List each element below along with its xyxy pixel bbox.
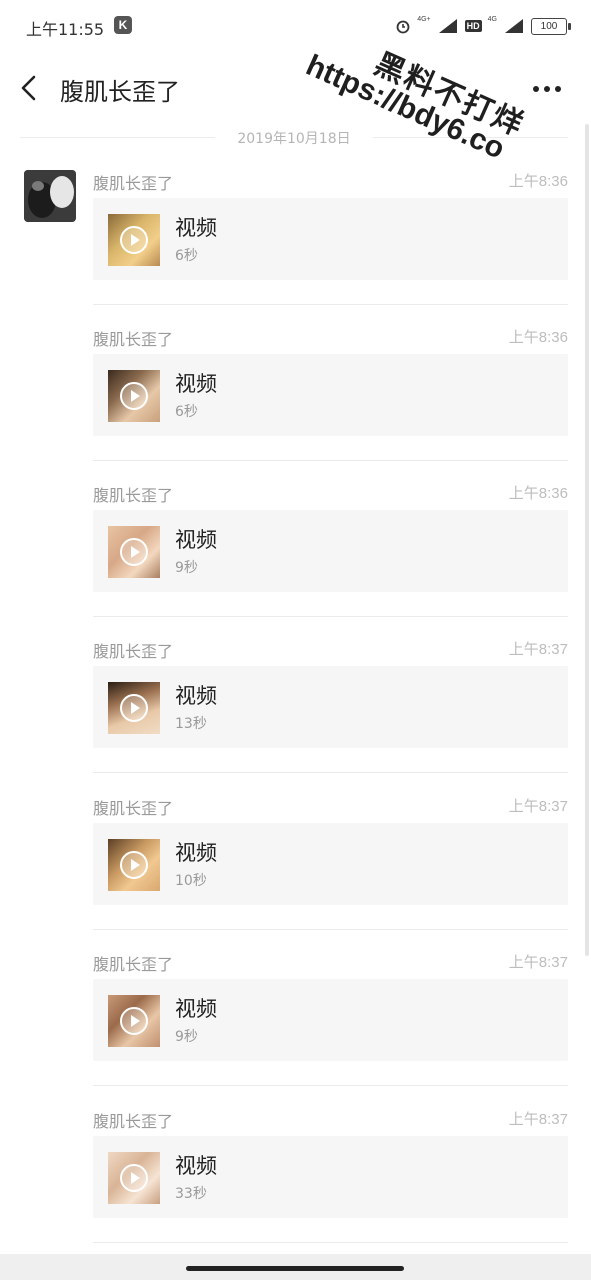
video-thumbnail xyxy=(108,682,160,734)
video-duration: 6秒 xyxy=(175,248,198,264)
scrollbar[interactable] xyxy=(585,124,589,956)
video-thumbnail xyxy=(108,370,160,422)
gesture-bar xyxy=(0,1254,591,1280)
play-icon xyxy=(120,694,148,722)
video-card[interactable]: 视频 9秒 xyxy=(93,979,568,1061)
status-icons: 4G+ HD 4G 100 xyxy=(395,14,571,38)
video-duration: 6秒 xyxy=(175,404,198,420)
network-tag: 4G+ xyxy=(417,16,431,23)
signal-icon xyxy=(438,19,457,33)
video-card[interactable]: 视频 6秒 xyxy=(93,354,568,436)
alarm-icon xyxy=(396,20,410,34)
video-thumbnail xyxy=(108,839,160,891)
battery-icon: 100 xyxy=(531,17,571,35)
sender-name: 腹肌长歪了 xyxy=(93,486,174,505)
home-indicator[interactable] xyxy=(186,1266,404,1271)
divider xyxy=(93,460,568,461)
signal-icon-2 xyxy=(505,19,523,33)
play-icon xyxy=(120,851,148,879)
network-tag-2: 4G xyxy=(487,16,497,23)
play-icon xyxy=(120,226,148,254)
video-thumbnail xyxy=(108,995,160,1047)
play-icon xyxy=(120,538,148,566)
sender-name: 腹肌长歪了 xyxy=(93,955,174,974)
video-title: 视频 xyxy=(175,1154,217,1178)
video-duration: 9秒 xyxy=(175,1029,198,1045)
app-notification-icon: K xyxy=(114,16,132,34)
message-item: 腹肌长歪了 上午8:36 视频 9秒 xyxy=(93,482,568,638)
video-card[interactable]: 视频 33秒 xyxy=(93,1136,568,1218)
video-title: 视频 xyxy=(175,372,217,396)
play-icon xyxy=(120,1007,148,1035)
divider xyxy=(93,616,568,617)
divider xyxy=(93,1085,568,1086)
more-icon[interactable] xyxy=(532,84,562,94)
status-time: 上午11:55 xyxy=(26,20,105,39)
video-title: 视频 xyxy=(175,997,217,1021)
sender-name: 腹肌长歪了 xyxy=(93,799,174,818)
video-title: 视频 xyxy=(175,528,217,552)
video-card[interactable]: 视频 13秒 xyxy=(93,666,568,748)
message-item: 腹肌长歪了 上午8:37 视频 13秒 xyxy=(93,638,568,794)
video-duration: 33秒 xyxy=(175,1186,207,1202)
video-duration: 10秒 xyxy=(175,873,207,889)
sender-name: 腹肌长歪了 xyxy=(93,174,174,193)
divider xyxy=(93,1242,568,1243)
video-duration: 9秒 xyxy=(175,560,198,576)
message-time: 上午8:36 xyxy=(508,329,568,346)
message-item: 腹肌长歪了 上午8:37 视频 9秒 xyxy=(93,951,568,1107)
status-bar: 上午11:55 K 4G+ HD 4G 100 xyxy=(0,0,591,52)
divider xyxy=(93,929,568,930)
message-time: 上午8:37 xyxy=(508,1111,568,1128)
sender-name: 腹肌长歪了 xyxy=(93,642,174,661)
message-time: 上午8:36 xyxy=(508,485,568,502)
avatar[interactable] xyxy=(24,170,76,222)
video-title: 视频 xyxy=(175,216,217,240)
video-thumbnail xyxy=(108,526,160,578)
message-time: 上午8:37 xyxy=(508,798,568,815)
play-icon xyxy=(120,1164,148,1192)
video-title: 视频 xyxy=(175,841,217,865)
page-title: 腹肌长歪了 xyxy=(60,78,180,106)
video-card[interactable]: 视频 9秒 xyxy=(93,510,568,592)
avatar-image xyxy=(24,170,76,222)
message-time: 上午8:37 xyxy=(508,954,568,971)
message-item: 腹肌长歪了 上午8:37 视频 10秒 xyxy=(93,795,568,951)
video-card[interactable]: 视频 10秒 xyxy=(93,823,568,905)
back-arrow-icon[interactable] xyxy=(18,74,42,102)
hd-icon: HD xyxy=(464,20,482,32)
message-time: 上午8:37 xyxy=(508,641,568,658)
video-title: 视频 xyxy=(175,684,217,708)
video-duration: 13秒 xyxy=(175,716,207,732)
play-icon xyxy=(120,382,148,410)
video-thumbnail xyxy=(108,214,160,266)
divider xyxy=(93,772,568,773)
sender-name: 腹肌长歪了 xyxy=(93,330,174,349)
message-item: 腹肌长歪了 上午8:37 视频 33秒 xyxy=(93,1108,568,1264)
divider xyxy=(93,304,568,305)
sender-name: 腹肌长歪了 xyxy=(93,1112,174,1131)
video-thumbnail xyxy=(108,1152,160,1204)
message-item: 腹肌长歪了 上午8:36 视频 6秒 xyxy=(93,326,568,482)
